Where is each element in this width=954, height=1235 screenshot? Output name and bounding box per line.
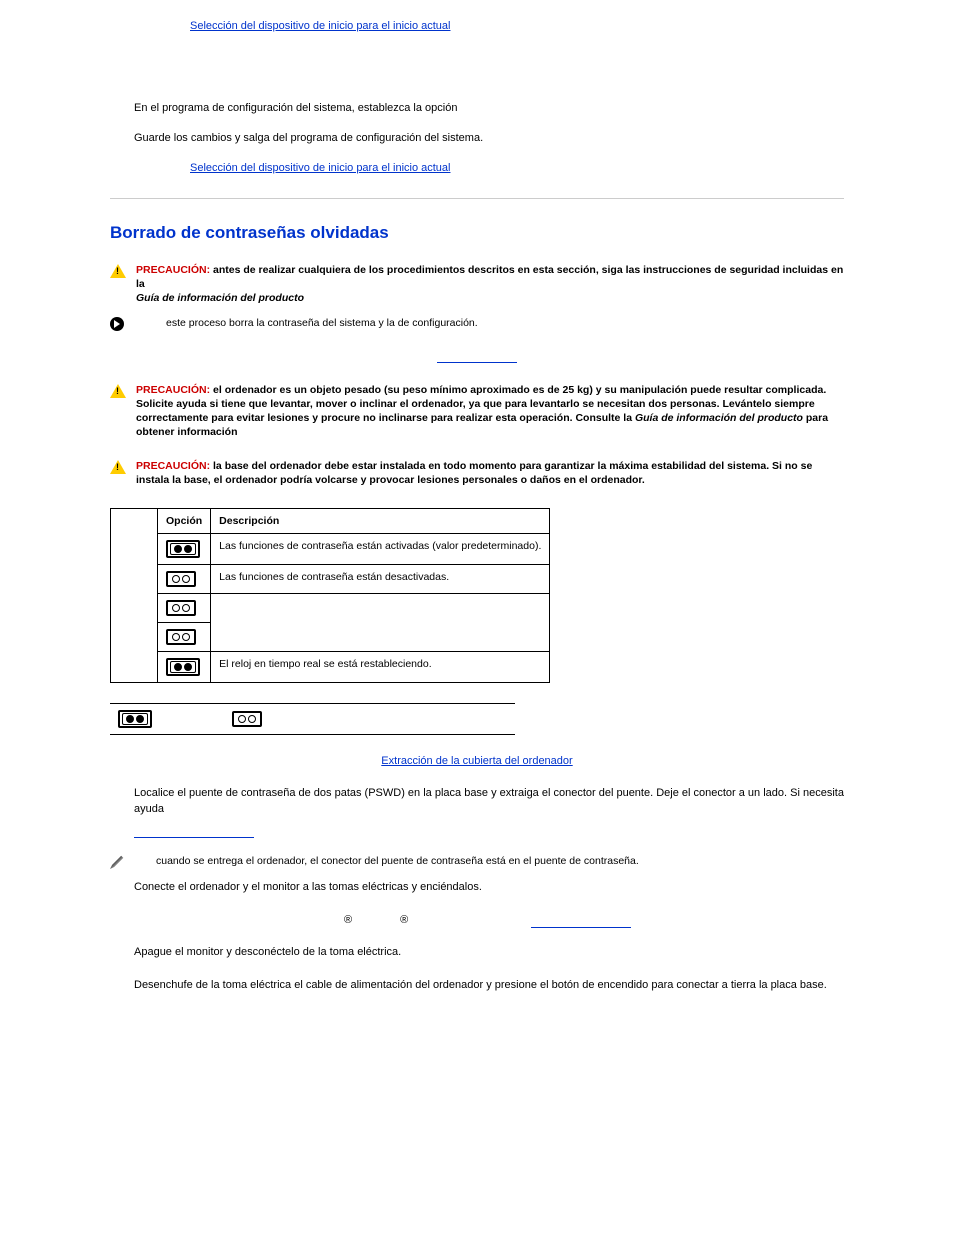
notice-block: este proceso borra la contraseña del sis… xyxy=(110,316,844,331)
link-placeholder-3[interactable] xyxy=(531,917,631,928)
jumper-open-icon xyxy=(166,629,196,645)
jumper-open-icon xyxy=(232,711,262,727)
th-description: Descripción xyxy=(211,508,550,533)
cell-desc-empty xyxy=(211,593,550,651)
notice-text: este proceso borra la contraseña del sis… xyxy=(166,317,478,329)
caution-block-1: PRECAUCIÓN: antes de realizar cualquiera… xyxy=(110,263,844,306)
jumper-closed-icon xyxy=(118,710,152,728)
cell-opt-open-2 xyxy=(158,593,211,622)
cell-desc-2: Las funciones de contraseña están desact… xyxy=(211,564,550,593)
caution-icon xyxy=(110,460,126,474)
jumper-table: Opción Descripción Las funciones de cont… xyxy=(110,508,550,683)
link-remove-cover[interactable]: Extracción de la cubierta del ordenador xyxy=(381,755,572,767)
caution-em-2: Guía de información del producto xyxy=(635,412,803,424)
divider xyxy=(110,198,844,199)
caution-block-3: PRECAUCIÓN: la base del ordenador debe e… xyxy=(110,459,844,487)
caution-label: PRECAUCIÓN: xyxy=(136,384,213,396)
cell-opt-closed-2 xyxy=(158,651,211,682)
jumper-open-icon xyxy=(166,571,196,587)
caution-em-1: Guía de información del producto xyxy=(136,292,304,304)
cell-desc-1: Las funciones de contraseña están activa… xyxy=(211,533,550,564)
cell-desc-3: El reloj en tiempo real se está restable… xyxy=(211,651,550,682)
jumper-closed-icon xyxy=(166,540,200,558)
cell-opt-open-3 xyxy=(158,622,211,651)
jumper-legend xyxy=(110,703,515,735)
link-placeholder-2[interactable] xyxy=(134,827,254,838)
step-off-monitor: Apague el monitor y desconéctelo de la t… xyxy=(134,944,844,961)
text-save-exit: Guarde los cambios y salga del programa … xyxy=(134,132,844,144)
caution-icon xyxy=(110,264,126,278)
jumper-open-icon xyxy=(166,600,196,616)
step-locate-jumper: Localice el puente de contraseña de dos … xyxy=(134,785,844,839)
note-block: cuando se entrega el ordenador, el conec… xyxy=(110,854,844,869)
step-connect: Conecte el ordenador y el monitor a las … xyxy=(134,879,844,896)
jumper-closed-icon xyxy=(166,658,200,676)
link-boot-selection-1[interactable]: Selección del dispositivo de inicio para… xyxy=(190,20,450,32)
table-blank xyxy=(111,508,158,682)
note-text: cuando se entrega el ordenador, el conec… xyxy=(156,855,639,867)
link-placeholder-1[interactable] xyxy=(437,352,517,363)
caution-label: PRECAUCIÓN: xyxy=(136,264,213,276)
caution-text-3: la base del ordenador debe estar instala… xyxy=(136,460,812,486)
section-title: Borrado de contraseñas olvidadas xyxy=(110,223,844,243)
link-boot-selection-2[interactable]: Selección del dispositivo de inicio para… xyxy=(190,162,450,174)
caution-label: PRECAUCIÓN: xyxy=(136,460,213,472)
cell-opt-open xyxy=(158,564,211,593)
step-unplug: Desenchufe de la toma eléctrica el cable… xyxy=(134,977,844,994)
step-registered: ® ® xyxy=(134,912,844,929)
note-icon xyxy=(110,855,124,869)
notice-icon xyxy=(110,317,124,331)
cell-opt-closed xyxy=(158,533,211,564)
registered-mark-2: ® xyxy=(400,914,408,926)
step-locate-text: Localice el puente de contraseña de dos … xyxy=(134,787,844,816)
registered-mark-1: ® xyxy=(344,914,352,926)
caution-text-1: antes de realizar cualquiera de los proc… xyxy=(136,264,843,290)
caution-icon xyxy=(110,384,126,398)
caution-block-2: PRECAUCIÓN: el ordenador es un objeto pe… xyxy=(110,383,844,440)
th-option: Opción xyxy=(158,508,211,533)
text-set-option: En el programa de configuración del sist… xyxy=(134,102,844,114)
